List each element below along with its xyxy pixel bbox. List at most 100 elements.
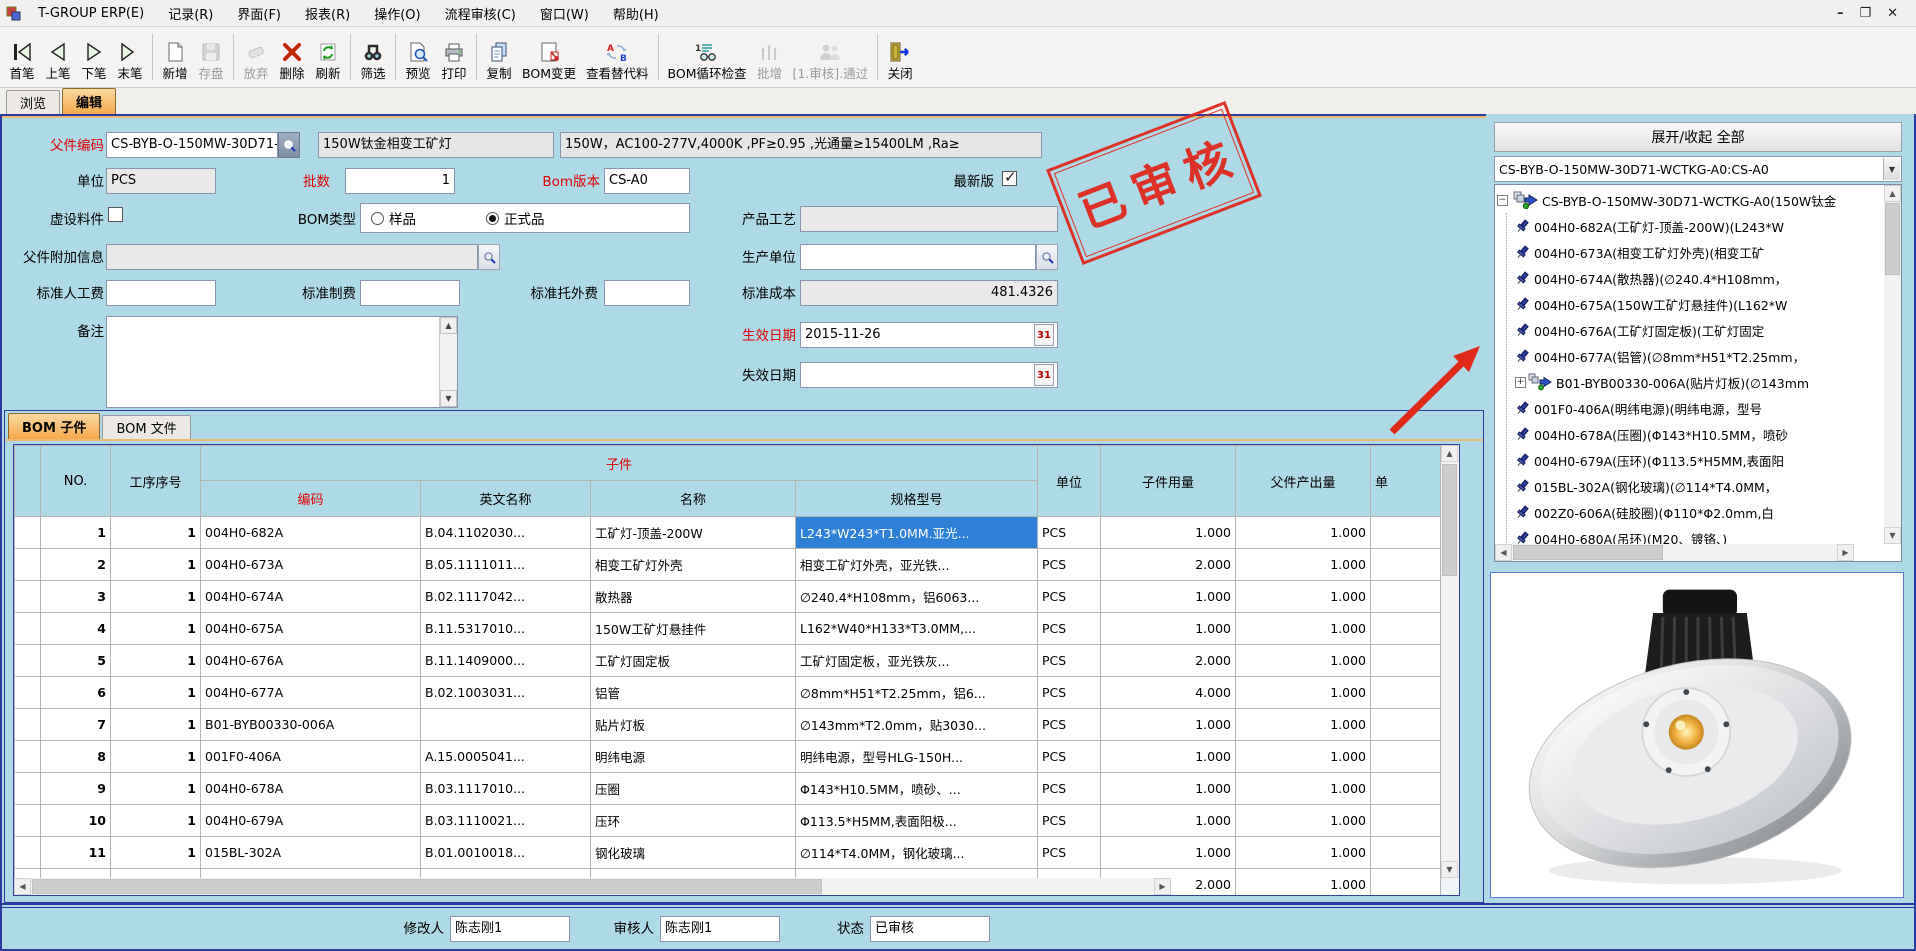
tree-item[interactable]: + B01-BYB00330-006A(贴片灯板)(∅143mm	[1507, 369, 1867, 395]
cell-out[interactable]: 1.000	[1236, 549, 1371, 581]
batch-field[interactable]: 1	[345, 168, 455, 194]
bom-version-combo[interactable]: CS-BYB-O-150MW-30D71-WCTKG-A0:CS-A0 ▼	[1494, 156, 1902, 182]
cell-seq[interactable]: 1	[111, 741, 201, 773]
cell-spec[interactable]: L243*W243*T1.0MM.亚光...	[796, 517, 1038, 549]
cell-out[interactable]: 1.000	[1236, 869, 1371, 897]
row-selector[interactable]	[15, 549, 41, 581]
vscroll-thumb[interactable]	[1885, 203, 1900, 275]
last-record-button[interactable]: 末笔	[112, 29, 148, 85]
expire-date-field[interactable]	[800, 362, 1058, 388]
header-no[interactable]: NO.	[41, 446, 111, 517]
menu-item[interactable]: 操作(O)	[362, 0, 432, 26]
cell-unit[interactable]: PCS	[1038, 517, 1101, 549]
cell-spec[interactable]: 相变工矿灯外壳，亚光铁...	[796, 549, 1038, 581]
tree-item[interactable]: + 004H0-679A(压环)(Φ113.5*H5MM,表面阳	[1507, 447, 1867, 473]
cell-spec[interactable]: ∅114*T4.0MM，钢化玻璃...	[796, 837, 1038, 869]
table-row[interactable]: 2 1 004H0-673A B.05.1111011... 相变工矿灯外壳 相…	[15, 549, 1441, 581]
cell-out[interactable]: 1.000	[1236, 517, 1371, 549]
refresh-button[interactable]: 刷新	[310, 29, 346, 85]
cell-spec[interactable]: L162*W40*H133*T3.0MM,...	[796, 613, 1038, 645]
cell-seq[interactable]: 1	[111, 773, 201, 805]
cell-out[interactable]: 1.000	[1236, 645, 1371, 677]
vscroll-thumb[interactable]	[1442, 464, 1457, 576]
header-name[interactable]: 名称	[591, 481, 796, 517]
row-selector[interactable]	[15, 805, 41, 837]
cell-spec[interactable]: ∅8mm*H51*T2.25mm，铝6...	[796, 677, 1038, 709]
cell-seq[interactable]: 1	[111, 581, 201, 613]
cell-extra[interactable]	[1371, 645, 1441, 677]
filter-button[interactable]: 筛选	[355, 29, 391, 85]
row-selector[interactable]	[15, 837, 41, 869]
table-row[interactable]: 11 1 015BL-302A B.01.0010018... 钢化玻璃 ∅11…	[15, 837, 1441, 869]
tree-item[interactable]: + 001F0-406A(明纬电源)(明纬电源，型号	[1507, 395, 1867, 421]
cell-spec[interactable]: 工矿灯固定板，亚光铁灰...	[796, 645, 1038, 677]
header-unit[interactable]: 单位	[1038, 446, 1101, 517]
cell-out[interactable]: 1.000	[1236, 677, 1371, 709]
cell-qty[interactable]: 2.000	[1101, 645, 1236, 677]
cell-name[interactable]: 150W工矿灯悬挂件	[591, 613, 796, 645]
scroll-right-icon[interactable]: ▶	[1154, 878, 1171, 895]
tree-vscrollbar[interactable]: ▲ ▼	[1884, 185, 1901, 544]
next-record-button[interactable]: 下笔	[76, 29, 112, 85]
tree-item[interactable]: + 004H0-673A(相变工矿灯外壳)(相变工矿	[1507, 239, 1867, 265]
tree-hscrollbar[interactable]: ◀ ▶	[1495, 544, 1854, 561]
bom-type-option-sample[interactable]: 样品	[371, 208, 416, 228]
table-row[interactable]: 6 1 004H0-677A B.02.1003031... 铝管 ∅8mm*H…	[15, 677, 1441, 709]
chevron-down-icon[interactable]: ▼	[1883, 158, 1900, 180]
cell-qty[interactable]: 4.000	[1101, 677, 1236, 709]
cell-en-name[interactable]: A.15.0005041...	[421, 741, 591, 773]
minimize-button[interactable]: –	[1837, 6, 1844, 21]
cell-unit[interactable]: PCS	[1038, 709, 1101, 741]
cell-qty[interactable]: 1.000	[1101, 517, 1236, 549]
cell-name[interactable]: 工矿灯-顶盖-200W	[591, 517, 796, 549]
cell-spec[interactable]: ∅143mm*T2.0mm，贴3030...	[796, 709, 1038, 741]
parent-extra-field[interactable]	[106, 244, 478, 270]
cell-extra[interactable]	[1371, 517, 1441, 549]
header-extra[interactable]: 单	[1371, 446, 1441, 517]
cell-en-name[interactable]: B.04.1102030...	[421, 517, 591, 549]
cell-seq[interactable]: 1	[111, 549, 201, 581]
tab-edit[interactable]: 编辑	[62, 88, 116, 114]
cell-en-name[interactable]: B.11.5317010...	[421, 613, 591, 645]
parent-extra-lookup-button[interactable]	[478, 244, 500, 270]
cell-name[interactable]: 压环	[591, 805, 796, 837]
cell-unit[interactable]: PCS	[1038, 773, 1101, 805]
table-row[interactable]: 4 1 004H0-675A B.11.5317010... 150W工矿灯悬挂…	[15, 613, 1441, 645]
hscroll-thumb[interactable]	[32, 879, 822, 894]
cell-seq[interactable]: 1	[111, 645, 201, 677]
cell-code[interactable]: 004H0-679A	[201, 805, 421, 837]
cell-out[interactable]: 1.000	[1236, 613, 1371, 645]
tree-item[interactable]: + 004H0-678A(压圈)(Φ143*H10.5MM，喷砂	[1507, 421, 1867, 447]
row-selector[interactable]	[15, 581, 41, 613]
tab-browse[interactable]: 浏览	[6, 90, 60, 114]
cell-extra[interactable]	[1371, 581, 1441, 613]
tree-item[interactable]: + 002Z0-606A(硅胶圈)(Φ110*Φ2.0mm,白	[1507, 499, 1867, 525]
header-spec[interactable]: 规格型号	[796, 481, 1038, 517]
cell-seq[interactable]: 1	[111, 837, 201, 869]
scroll-right-icon[interactable]: ▶	[1837, 544, 1854, 561]
scroll-down-icon[interactable]: ▼	[1441, 861, 1458, 878]
row-selector[interactable]	[15, 741, 41, 773]
table-vscrollbar[interactable]: ▲ ▼	[1441, 445, 1458, 878]
cell-name[interactable]: 明纬电源	[591, 741, 796, 773]
tree-item[interactable]: + 004H0-677A(铝管)(∅8mm*H51*T2.25mm，	[1507, 343, 1867, 369]
menu-item[interactable]: 记录(R)	[156, 0, 225, 26]
cell-qty[interactable]: 1.000	[1101, 581, 1236, 613]
cell-code[interactable]: 004H0-682A	[201, 517, 421, 549]
mfg-cost-field[interactable]	[360, 280, 460, 306]
close-button[interactable]: ✕	[1887, 6, 1898, 21]
effective-calendar-button[interactable]: 31	[1034, 324, 1054, 346]
cell-unit[interactable]: PCS	[1038, 581, 1101, 613]
cell-name[interactable]: 贴片灯板	[591, 709, 796, 741]
preview-button[interactable]: 预览	[400, 29, 436, 85]
scroll-left-icon[interactable]: ◀	[1495, 544, 1512, 561]
cell-name[interactable]: 相变工矿灯外壳	[591, 549, 796, 581]
cell-qty[interactable]: 2.000	[1101, 549, 1236, 581]
cell-code[interactable]: 001F0-406A	[201, 741, 421, 773]
cell-out[interactable]: 1.000	[1236, 773, 1371, 805]
restore-button[interactable]: ❐	[1859, 6, 1871, 21]
hscroll-thumb[interactable]	[1513, 545, 1663, 560]
cell-en-name[interactable]: B.03.1110021...	[421, 805, 591, 837]
cell-seq[interactable]: 1	[111, 677, 201, 709]
row-selector[interactable]	[15, 773, 41, 805]
